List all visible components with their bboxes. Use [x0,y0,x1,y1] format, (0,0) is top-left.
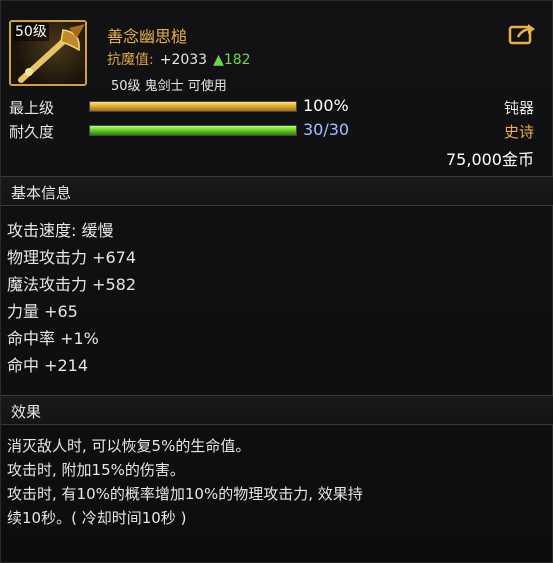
tooltip-header: 50级 善念幽思槌 抗魔值: +2033 ▲182 50级 鬼剑士 可使用 [1,1,553,99]
weapon-type: 钝器 [503,99,534,117]
durability-label: 耐久度 [9,123,55,141]
effects-title: 效果 [11,403,42,421]
durability-bar [89,125,297,136]
durability-bar-fill [90,126,296,135]
grade-label: 最上级 [9,99,55,117]
item-level-badge: 50级 [13,23,49,41]
stat-row: 物理攻击力 +674 [7,248,137,267]
basic-info-header: 基本信息 [1,176,553,206]
stat-row: 力量 +65 [7,302,78,321]
effects-header: 效果 [1,395,553,425]
rarity-label: 史诗 [503,123,534,141]
stat-row: 命中 +214 [7,356,89,375]
basic-info-list: 攻击速度: 缓慢 物理攻击力 +674 魔法攻击力 +582 力量 +65 命中… [7,217,136,379]
stat-increase: ▲182 [213,52,251,68]
grade-row: 最上级 100% 钝器 [1,95,553,119]
stat-label: 抗魔值: [107,52,154,68]
effect-row: 续10秒。( 冷却时间10秒 ) [7,509,187,527]
stat-row: 攻击速度: 缓慢 [7,221,114,240]
item-name: 善念幽思槌 [107,27,188,46]
magic-defense-line: 抗魔值: +2033 ▲182 [107,49,251,69]
requirement-line: 50级 鬼剑士 可使用 [111,79,227,94]
stat-row: 命中率 +1% [7,329,99,348]
durability-row: 耐久度 30/30 史诗 [1,119,553,143]
grade-bar [89,101,297,112]
durability-value: 30/30 [303,120,350,139]
basic-info-title: 基本信息 [11,184,72,202]
item-price: 75,000金币 [446,150,534,169]
effect-row: 攻击时, 有10%的概率增加10%的物理攻击力, 效果持 [7,485,363,503]
effects-list: 消灭敌人时, 可以恢复5%的生命值。 攻击时, 附加15%的伤害。 攻击时, 有… [7,434,527,530]
grade-value: 100% [303,96,349,115]
effect-row: 攻击时, 附加15%的伤害。 [7,461,185,479]
share-icon [508,24,535,45]
stat-row: 魔法攻击力 +582 [7,275,137,294]
stat-value: +2033 [159,52,208,68]
item-tooltip: 50级 善念幽思槌 抗魔值: +2033 ▲182 50级 鬼剑士 可使用 最上级 … [0,0,553,563]
share-button[interactable] [508,21,538,47]
effect-row: 消灭敌人时, 可以恢复5%的生命值。 [7,437,251,455]
grade-bar-fill [90,102,296,111]
